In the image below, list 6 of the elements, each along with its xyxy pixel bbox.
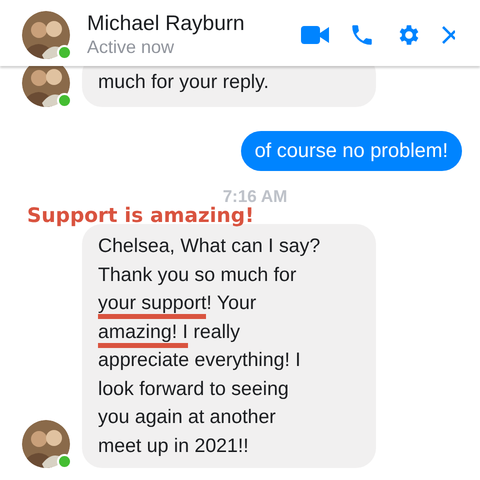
avatar — [22, 11, 70, 59]
video-camera-icon[interactable] — [301, 25, 329, 45]
avatar — [22, 420, 70, 468]
contact-name: Michael Rayburn — [87, 12, 246, 36]
close-icon[interactable] — [441, 24, 455, 46]
message-bubble: of course no problem! — [240, 130, 462, 171]
